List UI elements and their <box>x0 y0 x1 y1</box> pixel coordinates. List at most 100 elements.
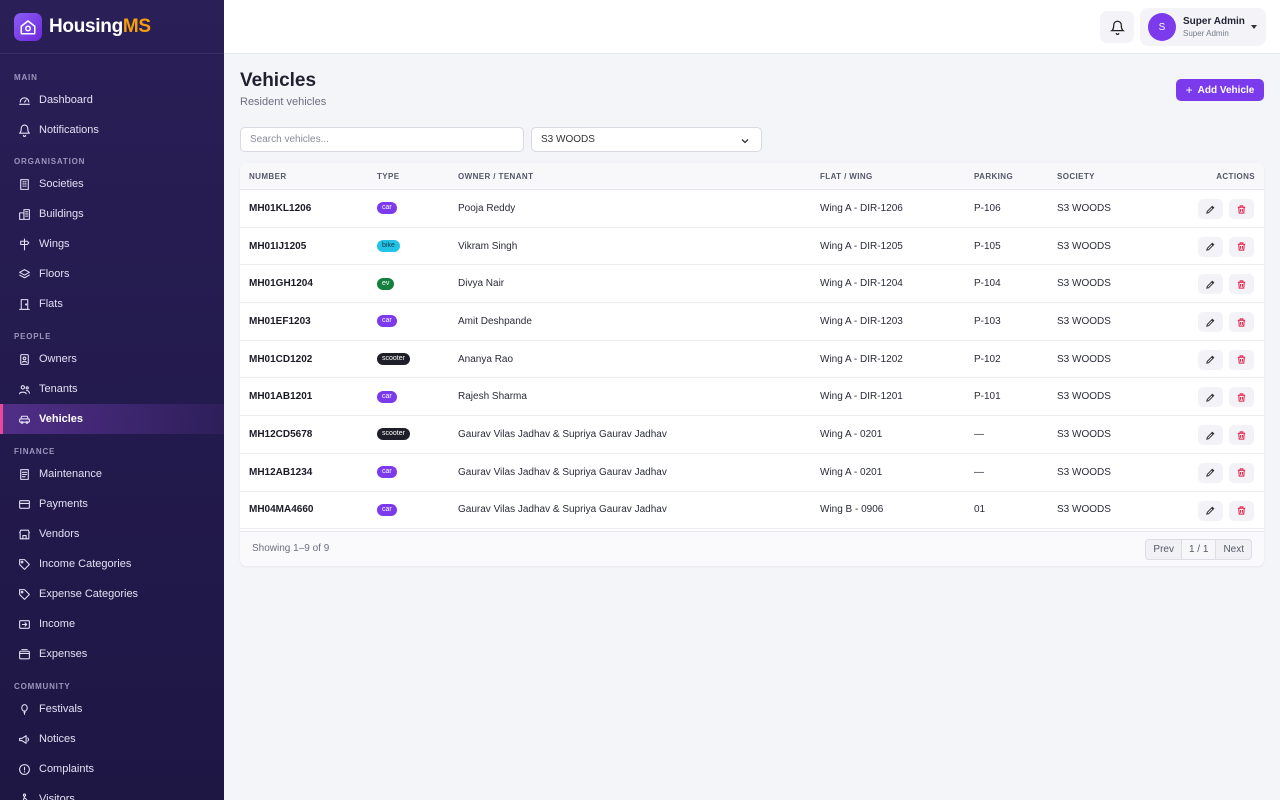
sidebar-item-vehicles[interactable]: Vehicles <box>0 404 224 434</box>
sidebar-item-complaints[interactable]: Complaints <box>0 754 224 784</box>
column-header-parking[interactable]: PARKING <box>974 172 1013 181</box>
brand[interactable]: HousingMS <box>0 0 224 54</box>
pencil-icon <box>1206 468 1215 478</box>
sidebar-item-label: Owners <box>39 353 77 365</box>
notifications-button[interactable] <box>1100 11 1134 43</box>
prev-page-button[interactable]: Prev <box>1146 540 1181 559</box>
sidebar-item-wings[interactable]: Wings <box>0 229 224 259</box>
column-header-flat[interactable]: FLAT / WING <box>820 172 873 181</box>
sidebar-item-maintenance[interactable]: Maintenance <box>0 459 224 489</box>
sidebar-item-notifications[interactable]: Notifications <box>0 115 224 145</box>
add-vehicle-button[interactable]: + Add Vehicle <box>1176 79 1264 101</box>
sidebar-item-notices[interactable]: Notices <box>0 724 224 754</box>
edit-button[interactable] <box>1198 425 1223 446</box>
pencil-icon <box>1206 355 1215 365</box>
edit-button[interactable] <box>1198 500 1223 521</box>
transfer-icon <box>17 617 31 631</box>
edit-button[interactable] <box>1198 274 1223 295</box>
nav-section-people: PEOPLE <box>14 331 52 341</box>
edit-button[interactable] <box>1198 387 1223 408</box>
sidebar-item-festivals[interactable]: Festivals <box>0 694 224 724</box>
flat-wing: Wing A - DIR-1205 <box>820 240 903 252</box>
vehicle-type-badge: bike <box>377 240 400 253</box>
table-row[interactable]: MH01AB1201 car Rajesh Sharma Wing A - DIR-1… <box>240 378 1264 417</box>
sidebar-item-payments[interactable]: Payments <box>0 489 224 519</box>
sidebar-item-expenses[interactable]: Expenses <box>0 639 224 669</box>
pencil-icon <box>1206 280 1215 289</box>
sidebar-item-buildings[interactable]: Buildings <box>0 199 224 229</box>
sidebar-item-flats[interactable]: Flats <box>0 289 224 319</box>
user-menu[interactable]: S Super Admin Super Admin <box>1140 8 1266 46</box>
trash-icon <box>1237 204 1246 214</box>
table-row[interactable]: MH04MA4660 car Gaurav Vilas Jadhav & Supri… <box>240 492 1264 530</box>
delete-button[interactable] <box>1229 500 1254 521</box>
trash-icon <box>1237 280 1246 289</box>
sidebar-item-floors[interactable]: Floors <box>0 259 224 289</box>
trash-icon <box>1237 242 1246 251</box>
sidebar-item-income[interactable]: Income <box>0 609 224 639</box>
next-page-button[interactable]: Next <box>1216 540 1251 559</box>
trash-icon <box>1237 355 1246 364</box>
table-row[interactable]: MH01GH1204 ev Divya Nair Wing A - DIR-1204 P… <box>240 265 1264 304</box>
sidebar-item-visitors[interactable]: Visitors <box>0 784 224 800</box>
page-subtitle: Resident vehicles <box>240 96 327 108</box>
delete-button[interactable] <box>1229 274 1254 295</box>
owner-tenant: Gaurav Vilas Jadhav & Supriya Gaurav Jad… <box>458 466 667 478</box>
column-header-type[interactable]: TYPE <box>377 172 400 181</box>
edit-button[interactable] <box>1198 349 1223 370</box>
table-row[interactable]: MH01KL1206 car Pooja Reddy Wing A - DIR-120… <box>240 190 1264 228</box>
table-row[interactable]: MH01IJ1205 bike Vikram Singh Wing A - DIR-1… <box>240 228 1264 266</box>
edit-button[interactable] <box>1198 199 1223 219</box>
search-input[interactable] <box>240 127 524 152</box>
table-row[interactable]: MH01EF1203 car Amit Deshpande Wing A - DIR-… <box>240 303 1264 341</box>
vehicle-number: MH12CD5678 <box>249 428 313 440</box>
pencil-icon <box>1206 431 1215 440</box>
balloon-icon <box>17 702 31 716</box>
table-row[interactable]: MH12CD5678 scooter Gaurav Vilas Jadhav & S… <box>240 416 1264 454</box>
society-select[interactable]: S3 WOODS <box>531 127 762 152</box>
tag-icon <box>17 587 31 601</box>
delete-button[interactable] <box>1229 312 1254 333</box>
column-header-number[interactable]: NUMBER <box>249 172 287 181</box>
edit-button[interactable] <box>1198 312 1223 333</box>
vehicle-type-badge: scooter <box>377 428 410 441</box>
delete-button[interactable] <box>1229 199 1254 219</box>
trash-icon <box>1237 393 1246 402</box>
flat-wing: Wing A - DIR-1203 <box>820 315 903 327</box>
society-name: S3 WOODS <box>1057 315 1111 327</box>
sidebar-item-income-categories[interactable]: Income Categories <box>0 549 224 579</box>
topbar: S Super Admin Super Admin <box>224 0 1280 54</box>
sidebar-item-label: Expense Categories <box>39 588 139 600</box>
table-row[interactable]: MH01CD1202 scooter Ananya Rao Wing A - DIR-… <box>240 341 1264 379</box>
vehicle-type-badge: car <box>377 466 397 479</box>
delete-button[interactable] <box>1229 425 1254 446</box>
sidebar-item-owners[interactable]: Owners <box>0 344 224 374</box>
store-icon <box>17 527 31 541</box>
delete-button[interactable] <box>1229 387 1254 408</box>
edit-button[interactable] <box>1198 236 1223 257</box>
page-indicator: 1 / 1 <box>1180 540 1217 559</box>
sidebar-item-vendors[interactable]: Vendors <box>0 519 224 549</box>
sidebar-item-expense-categories[interactable]: Expense Categories <box>0 579 224 609</box>
owner-tenant: Pooja Reddy <box>458 202 516 214</box>
edit-button[interactable] <box>1198 462 1223 483</box>
column-header-owner[interactable]: OWNER / TENANT <box>458 172 533 181</box>
flat-wing: Wing A - DIR-1202 <box>820 353 903 365</box>
flat-wing: Wing A - DIR-1204 <box>820 278 903 290</box>
signpost-icon <box>17 237 31 251</box>
trash-icon <box>1237 468 1246 477</box>
tag-icon <box>17 557 31 571</box>
delete-button[interactable] <box>1229 236 1254 257</box>
delete-button[interactable] <box>1229 349 1254 370</box>
parking-slot: — <box>974 428 984 440</box>
sidebar-item-label: Notices <box>39 733 76 745</box>
delete-button[interactable] <box>1229 462 1254 483</box>
flat-wing: Wing B - 0906 <box>820 504 884 516</box>
sidebar-item-dashboard[interactable]: Dashboard <box>0 85 224 115</box>
sidebar-item-societies[interactable]: Societies <box>0 169 224 199</box>
table-row[interactable]: MH12AB1234 car Gaurav Vilas Jadhav & Supri… <box>240 454 1264 492</box>
column-header-society[interactable]: SOCIETY <box>1057 172 1095 181</box>
column-header-actions: ACTIONS <box>1216 172 1255 181</box>
sidebar-item-tenants[interactable]: Tenants <box>0 374 224 404</box>
vehicle-type-badge: car <box>377 503 397 516</box>
